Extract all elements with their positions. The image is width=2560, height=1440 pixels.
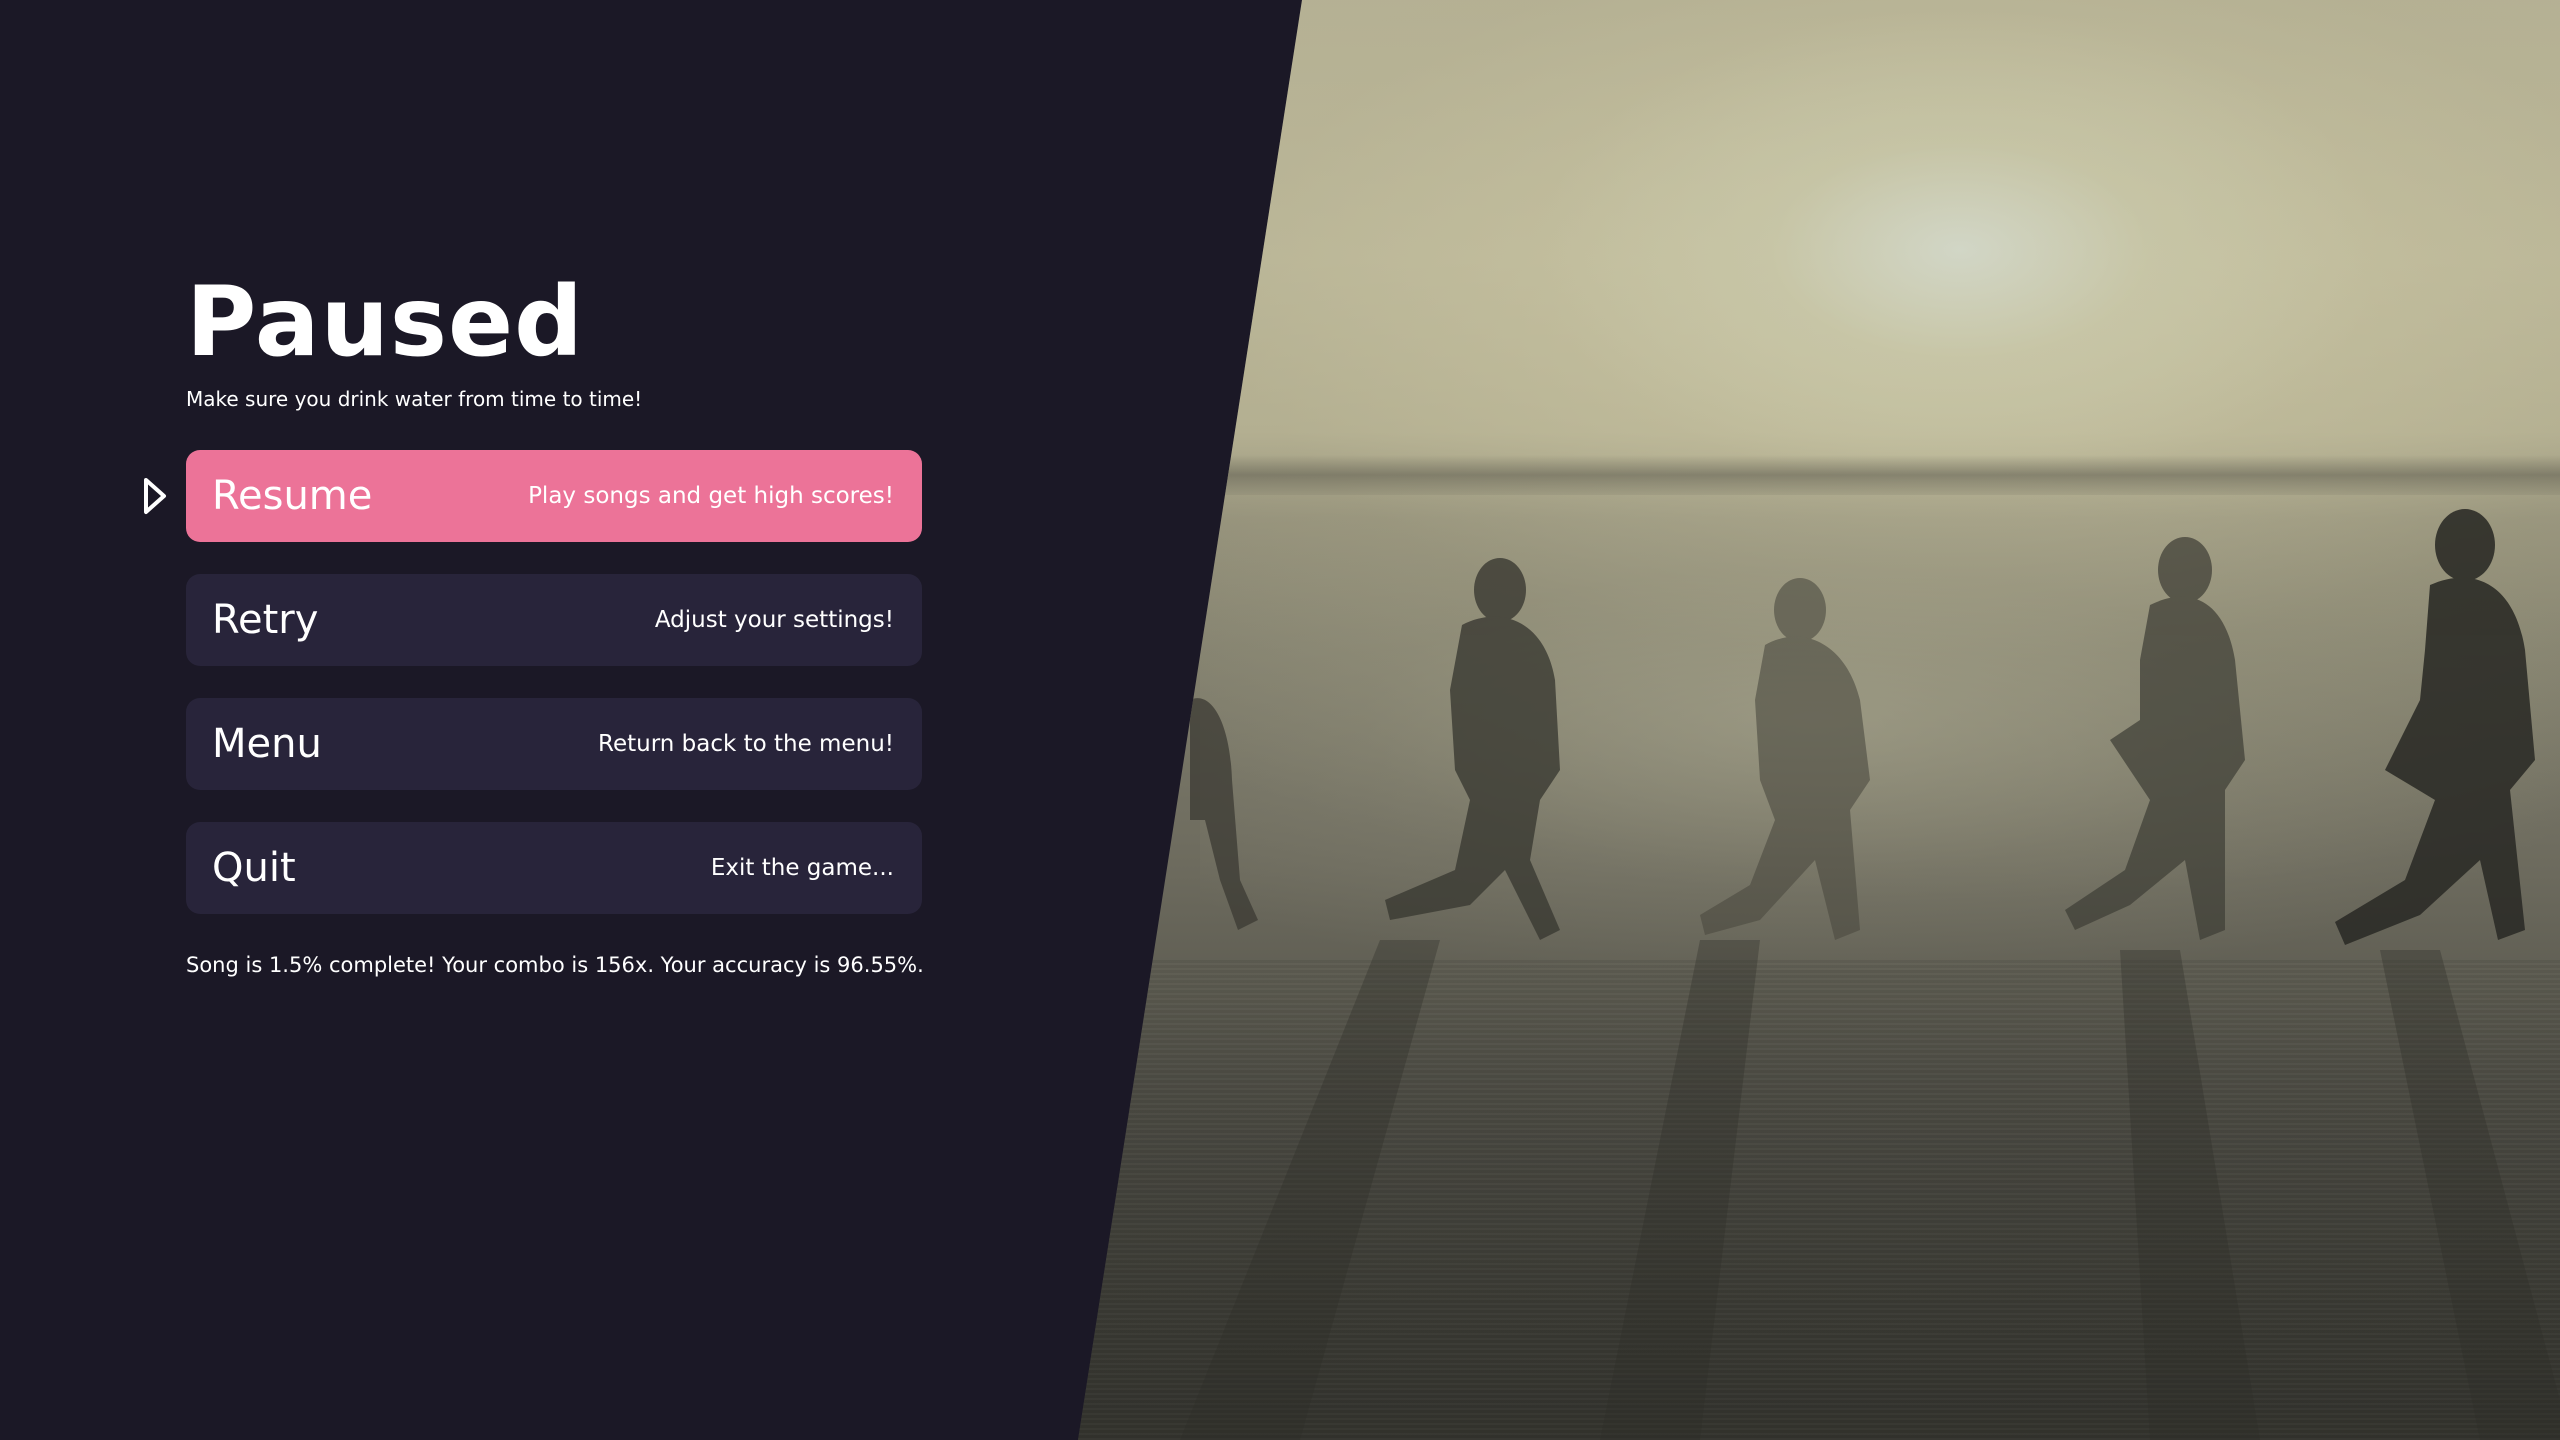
page-title: Paused	[186, 266, 584, 378]
quit-button[interactable]: Quit Exit the game...	[186, 822, 922, 914]
pause-subtitle: Make sure you drink water from time to t…	[186, 387, 643, 411]
pause-menu: Resume Play songs and get high scores! R…	[186, 450, 922, 946]
song-stats: Song is 1.5% complete! Your combo is 156…	[186, 953, 924, 977]
pause-screen: Paused Make sure you drink water from ti…	[0, 0, 2560, 1440]
retry-button[interactable]: Retry Adjust your settings!	[186, 574, 922, 666]
quit-description: Exit the game...	[710, 855, 894, 881]
resume-button[interactable]: Resume Play songs and get high scores!	[186, 450, 922, 542]
retry-description: Adjust your settings!	[654, 607, 894, 633]
menu-description: Return back to the menu!	[598, 731, 894, 757]
quit-label: Quit	[212, 845, 296, 891]
resume-description: Play songs and get high scores!	[528, 483, 894, 509]
menu-button[interactable]: Menu Return back to the menu!	[186, 698, 922, 790]
triangle-pointer-icon	[144, 478, 166, 514]
retry-label: Retry	[212, 597, 319, 643]
menu-label: Menu	[212, 721, 322, 767]
resume-label: Resume	[212, 473, 373, 519]
